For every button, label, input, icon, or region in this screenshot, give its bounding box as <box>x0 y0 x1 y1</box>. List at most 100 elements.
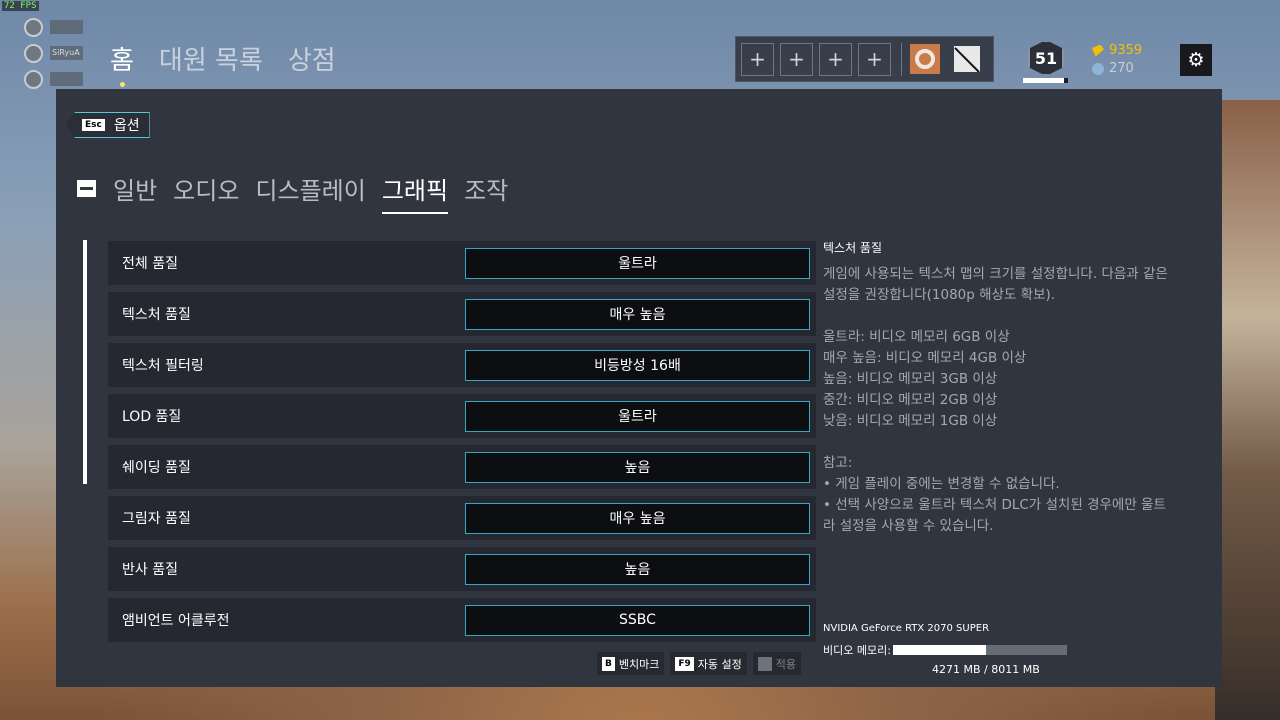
setting-row[interactable]: 텍스처 품질 매우 높음 <box>108 292 816 336</box>
divider <box>901 42 902 76</box>
benchmark-button[interactable]: B 벤치마크 <box>597 652 665 675</box>
gpu-info: NVIDIA GeForce RTX 2070 SUPER 비디오 메모리: 4… <box>823 623 1067 676</box>
vram-label: 비디오 메모리: <box>823 644 891 657</box>
tab-display[interactable]: 디스플레이 <box>255 171 365 214</box>
benchmark-label: 벤치마크 <box>618 657 660 671</box>
settings-gear-icon[interactable]: ⚙ <box>1180 44 1212 76</box>
party-member[interactable]: SiRyuA <box>24 40 83 66</box>
setting-value[interactable]: 높음 <box>465 553 810 585</box>
description-level: 높음: 비디오 메모리 3GB 이상 <box>823 371 998 387</box>
invite-slot-button[interactable]: + <box>819 42 852 76</box>
background-character <box>1215 100 1280 720</box>
setting-label: 쉐이딩 품질 <box>122 460 191 476</box>
setting-label: 그림자 품질 <box>122 511 191 527</box>
scrollbar[interactable] <box>83 240 87 484</box>
credit-icon <box>1092 62 1104 75</box>
renown-icon <box>1092 44 1104 57</box>
renown: 9359 <box>1092 43 1142 58</box>
vram-bar-fill <box>892 645 986 655</box>
setting-value[interactable]: 높음 <box>465 451 810 483</box>
note-item: • 게임 플레이 중에는 변경할 수 없습니다. <box>823 476 1060 492</box>
setting-description: 텍스처 품질 게임에 사용되는 텍스처 맵의 크기를 설정합니다. 다음과 같은… <box>823 239 1173 537</box>
setting-row[interactable]: 앰비언트 어클루전 SSBC <box>108 598 816 642</box>
auto-config-key: F9 <box>675 656 694 671</box>
setting-label: 전체 품질 <box>122 256 178 272</box>
tab-general[interactable]: 일반 <box>113 171 157 214</box>
esc-key: Esc <box>82 119 105 131</box>
squad-panel: + + + + <box>735 36 994 82</box>
invite-slot-button[interactable]: + <box>780 42 813 76</box>
level-progress-fill <box>1023 78 1065 83</box>
renown-value: 9359 <box>1109 43 1143 58</box>
setting-value[interactable]: SSBC <box>465 604 810 636</box>
setting-value[interactable]: 매우 높음 <box>465 298 810 330</box>
gpu-name: NVIDIA GeForce RTX 2070 SUPER <box>823 623 990 634</box>
setting-label: 텍스처 품질 <box>122 307 191 323</box>
description-intro: 게임에 사용되는 텍스처 맵의 크기를 설정합니다. 다음과 같은 설정을 권장… <box>823 266 1168 303</box>
squad-card-icon[interactable] <box>954 46 980 72</box>
options-tabs: 일반 오디오 디스플레이 그래픽 조작 <box>77 167 524 214</box>
auto-config-button[interactable]: F9 자동 설정 <box>670 652 747 675</box>
apply-label: 적용 <box>775 657 797 671</box>
main-nav: 홈 대원 목록 상점 <box>110 40 361 87</box>
avatar <box>24 43 43 63</box>
vram-text: 4271 MB / 8011 MB <box>932 663 1040 676</box>
nav-operators[interactable]: 대원 목록 <box>159 40 263 77</box>
setting-label: LOD 품질 <box>122 409 182 425</box>
setting-row[interactable]: 반사 품질 높음 <box>108 547 816 591</box>
options-panel: Esc 옵션 일반 오디오 디스플레이 그래픽 조작 전체 품질 울트라 텍스처… <box>56 89 1222 687</box>
player-name <box>50 20 83 34</box>
setting-row[interactable]: 텍스처 필터링 비등방성 16배 <box>108 343 816 387</box>
apply-key-icon <box>757 656 772 671</box>
setting-value[interactable]: 울트라 <box>465 247 810 279</box>
description-level: 울트라: 비디오 메모리 6GB 이상 <box>823 329 1010 345</box>
vram-bar <box>892 645 1067 655</box>
setting-label: 반사 품질 <box>122 562 178 578</box>
invite-slot-button[interactable]: + <box>741 42 774 76</box>
tab-controls[interactable]: 조작 <box>464 171 508 214</box>
apply-button[interactable]: 적용 <box>752 652 802 675</box>
fps-counter: 72 FPS <box>2 1 39 11</box>
squad-emblem-icon[interactable] <box>910 44 940 74</box>
party-member[interactable] <box>24 14 83 40</box>
setting-row[interactable]: 그림자 품질 매우 높음 <box>108 496 816 540</box>
avatar <box>24 69 43 89</box>
back-label: 옵션 <box>113 118 140 134</box>
setting-row[interactable]: LOD 품질 울트라 <box>108 394 816 438</box>
setting-value[interactable]: 매우 높음 <box>465 502 810 534</box>
player-name: SiRyuA <box>50 46 83 60</box>
nav-home[interactable]: 홈 <box>110 40 134 87</box>
description-level: 매우 높음: 비디오 메모리 4GB 이상 <box>823 350 1027 366</box>
level-progress-bar <box>1023 78 1068 83</box>
tab-audio[interactable]: 오디오 <box>173 171 239 214</box>
avatar <box>24 17 43 37</box>
footer-actions: B 벤치마크 F9 자동 설정 적용 <box>597 652 807 675</box>
description-level: 중간: 비디오 메모리 2GB 이상 <box>823 392 998 408</box>
settings-list: 전체 품질 울트라 텍스처 품질 매우 높음 텍스처 필터링 비등방성 16배 … <box>108 241 816 649</box>
credits-value: 270 <box>1109 61 1134 76</box>
benchmark-key: B <box>602 656 615 671</box>
note-title: 참고: <box>823 455 853 471</box>
auto-config-label: 자동 설정 <box>697 657 742 671</box>
tab-graphics[interactable]: 그래픽 <box>381 171 449 214</box>
note-item: • 선택 사양으로 울트라 텍스처 DLC가 설치된 경우에만 울트라 설정을 … <box>823 497 1166 534</box>
setting-value[interactable]: 비등방성 16배 <box>465 349 810 381</box>
party-list: SiRyuA <box>24 14 83 92</box>
setting-row[interactable]: 쉐이딩 품질 높음 <box>108 445 816 489</box>
setting-label: 텍스처 필터링 <box>122 358 204 374</box>
vram-line: 비디오 메모리: <box>823 642 1067 658</box>
credits: 270 <box>1092 61 1142 76</box>
tabs-menu-icon <box>77 180 96 197</box>
description-level: 낮음: 비디오 메모리 1GB 이상 <box>823 413 998 429</box>
back-button[interactable]: Esc 옵션 <box>66 112 150 138</box>
invite-slot-button[interactable]: + <box>858 42 891 76</box>
currency: 9359 270 <box>1092 43 1142 76</box>
setting-value[interactable]: 울트라 <box>465 400 810 432</box>
setting-row[interactable]: 전체 품질 울트라 <box>108 241 816 285</box>
setting-label: 앰비언트 어클루전 <box>122 613 230 629</box>
nav-store[interactable]: 상점 <box>288 40 336 77</box>
level-badge[interactable]: 51 <box>1028 40 1064 76</box>
description-title: 텍스처 품질 <box>823 241 883 255</box>
description-notes: 참고: • 게임 플레이 중에는 변경할 수 없습니다. • 선택 사양으로 울… <box>823 453 1173 537</box>
description-levels: 울트라: 비디오 메모리 6GB 이상 매우 높음: 비디오 메모리 4GB 이… <box>823 327 1173 432</box>
